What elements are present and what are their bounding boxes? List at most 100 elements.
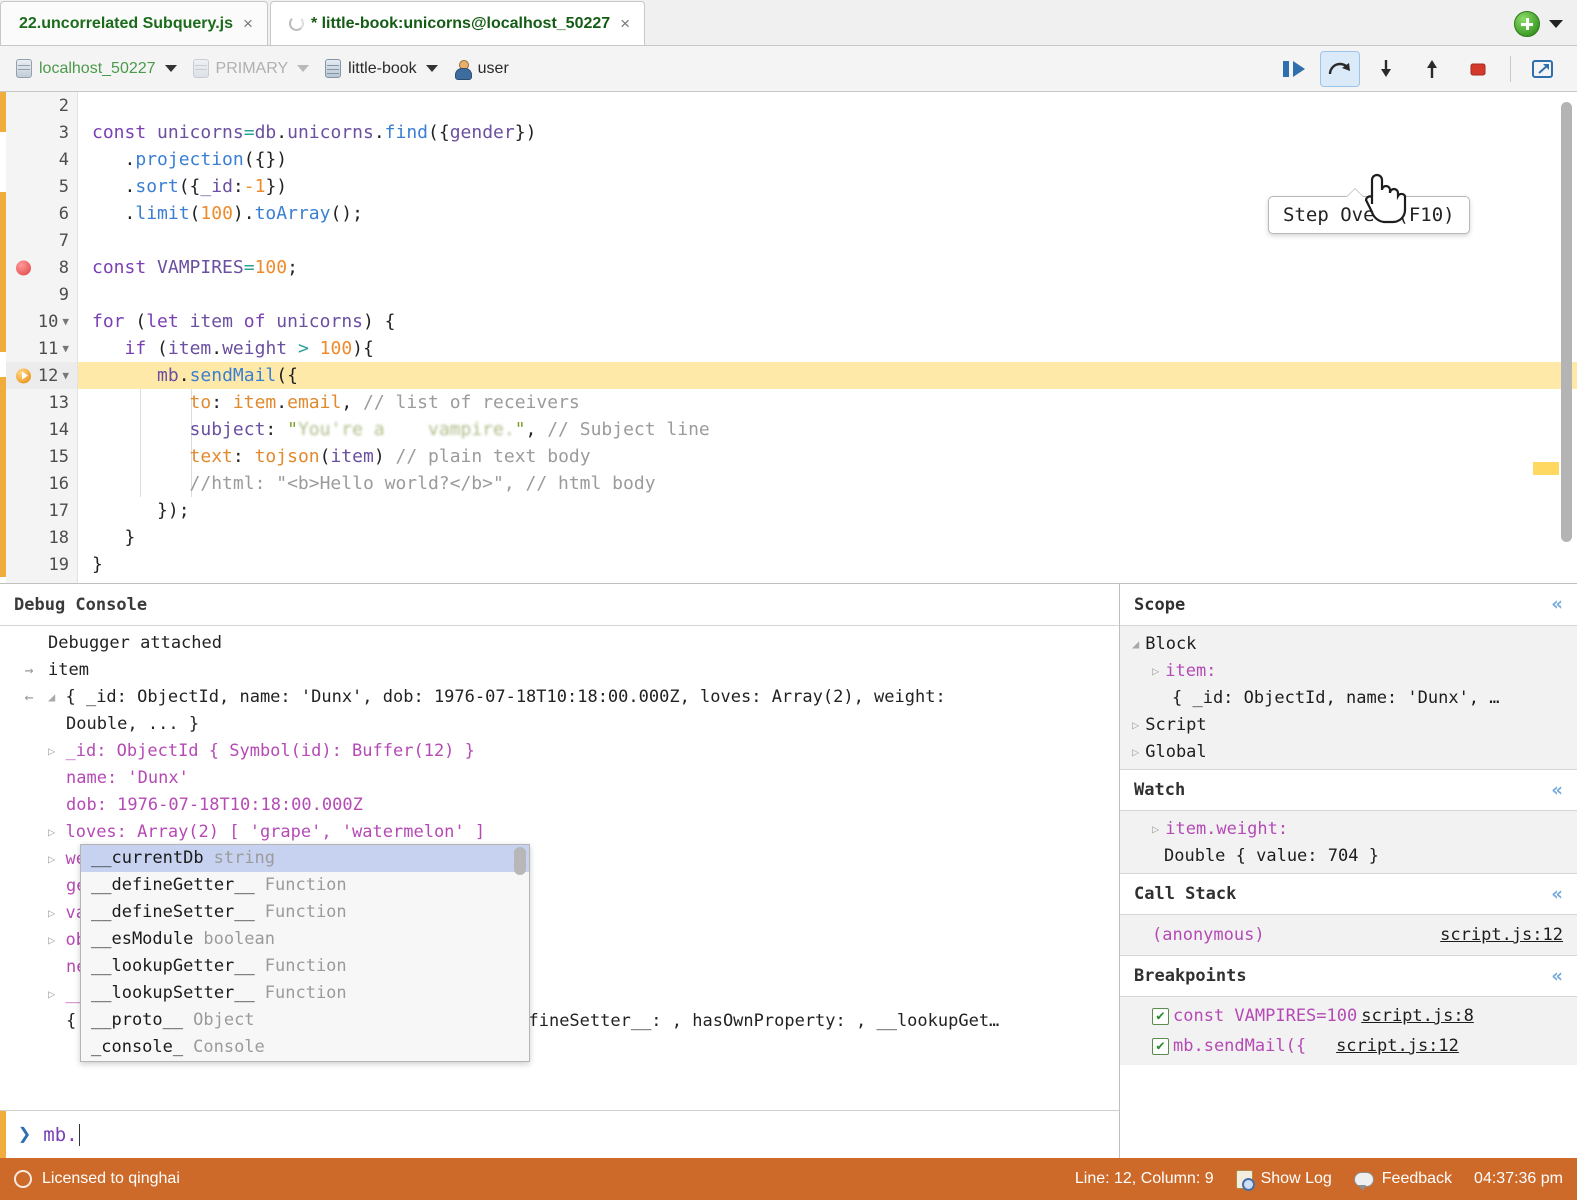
autocomplete-item[interactable]: _console_Console (81, 1034, 529, 1061)
gutter-row-breakpoint[interactable]: 8 (6, 254, 77, 281)
editor-vertical-scrollbar[interactable] (1559, 100, 1573, 575)
step-into-button[interactable] (1366, 51, 1406, 87)
autocomplete-scrollbar[interactable] (513, 847, 527, 1059)
license-label: Licensed to qinghai (42, 1170, 180, 1188)
breakpoint-icon[interactable] (16, 260, 31, 275)
collapse-chevron-icon[interactable]: « (1552, 967, 1563, 986)
step-into-icon (1373, 58, 1399, 80)
user-indicator[interactable]: user (448, 57, 515, 81)
watch-row[interactable]: ▷item.weight: (1120, 815, 1577, 842)
resume-button[interactable] (1274, 51, 1314, 87)
autocomplete-item[interactable]: __defineSetter__Function (81, 899, 529, 926)
expand-triangle-icon[interactable]: ▷ (1152, 664, 1159, 678)
fold-arrow-icon[interactable]: ▼ (62, 316, 69, 327)
expand-triangle-icon[interactable]: ▷ (1152, 822, 1159, 836)
close-icon[interactable]: × (620, 15, 630, 32)
code-text-area[interactable]: const unicorns=db.unicorns.find({gender}… (78, 92, 1577, 583)
scope-row-global[interactable]: ▷Global (1120, 738, 1577, 765)
expand-triangle-icon[interactable]: ▷ (48, 900, 55, 927)
scope-row-item[interactable]: ▷item: (1120, 657, 1577, 684)
tab-little-book-unicorns[interactable]: * little-book:unicorns@localhost_50227 × (270, 1, 645, 45)
expand-triangle-icon[interactable]: ▷ (48, 846, 55, 873)
autocomplete-item[interactable]: __defineGetter__Function (81, 872, 529, 899)
expand-triangle-icon[interactable]: ▷ (48, 738, 55, 765)
collapse-chevron-icon[interactable]: « (1552, 595, 1563, 614)
replica-set-selector[interactable]: PRIMARY (187, 56, 316, 81)
collapse-chevron-icon[interactable]: « (1552, 885, 1563, 904)
collapse-triangle-icon[interactable]: ◢ (1132, 637, 1139, 651)
user-label: user (478, 60, 509, 78)
autocomplete-item[interactable]: __lookupGetter__Function (81, 953, 529, 980)
call-stack-frame[interactable]: (anonymous) script.js:12 (1120, 919, 1577, 951)
console-line[interactable]: ▷ _id: ObjectId { Symbol(id): Buffer(12)… (0, 738, 1119, 765)
autocomplete-item[interactable]: __currentDbstring (81, 845, 529, 872)
step-out-button[interactable] (1412, 51, 1452, 87)
autocomplete-item[interactable]: __proto__Object (81, 1007, 529, 1034)
scope-section-header[interactable]: Scope « (1120, 584, 1577, 626)
breakpoint-label: const VAMPIRES=100 (1173, 1006, 1357, 1026)
console-line[interactable]: ←◢ { _id: ObjectId, name: 'Dunx', dob: 1… (0, 684, 1119, 711)
expand-triangle-icon[interactable]: ▷ (1132, 718, 1139, 732)
call-stack-section-header[interactable]: Call Stack « (1120, 873, 1577, 915)
database-selector[interactable]: little-book (319, 56, 443, 81)
gutter-row: 16 (6, 470, 77, 497)
expand-triangle-icon[interactable]: ▷ (48, 819, 55, 846)
detach-window-button[interactable] (1523, 51, 1563, 87)
console-input-field[interactable]: mb. (43, 1124, 77, 1146)
breakpoint-checkbox[interactable]: ✔ (1152, 1008, 1169, 1025)
feedback-icon (1354, 1172, 1374, 1187)
autocomplete-item-name: __esModule (91, 926, 193, 953)
connection-host-selector[interactable]: localhost_50227 (10, 56, 183, 81)
breakpoints-section-header[interactable]: Breakpoints « (1120, 955, 1577, 997)
breakpoint-location[interactable]: script.js:8 (1361, 1006, 1474, 1026)
gutter-row: 3 (6, 119, 77, 146)
code-editor[interactable]: 2 3 4 5 6 7 8 9 10▼ 11▼ 12▼ 13 14 15 16 … (0, 92, 1577, 584)
autocomplete-item-type: Object (193, 1007, 254, 1034)
breakpoint-location[interactable]: script.js:12 (1336, 1036, 1459, 1056)
current-execution-breakpoint-icon[interactable] (16, 368, 31, 383)
status-bar: Licensed to qinghai Line: 12, Column: 9 … (0, 1158, 1577, 1200)
line-number-gutter[interactable]: 2 3 4 5 6 7 8 9 10▼ 11▼ 12▼ 13 14 15 16 … (6, 92, 78, 583)
breakpoint-item[interactable]: ✔ const VAMPIRES=100 script.js:8 (1120, 1001, 1577, 1031)
stop-button[interactable] (1458, 51, 1498, 87)
frame-location[interactable]: script.js:12 (1440, 925, 1563, 945)
fold-arrow-icon[interactable]: ▼ (62, 370, 69, 381)
chevron-down-icon[interactable] (1549, 20, 1563, 28)
autocomplete-item[interactable]: __esModuleboolean (81, 926, 529, 953)
breakpoint-checkbox[interactable]: ✔ (1152, 1038, 1169, 1055)
scope-row-block[interactable]: ◢Block (1120, 630, 1577, 657)
show-log-button[interactable]: Show Log (1236, 1170, 1332, 1189)
fold-arrow-icon[interactable]: ▼ (62, 343, 69, 354)
info-icon (14, 1170, 32, 1188)
watch-section-header[interactable]: Watch « (1120, 769, 1577, 811)
expand-triangle-icon[interactable]: ▷ (48, 981, 55, 1008)
scope-row-script[interactable]: ▷Script (1120, 711, 1577, 738)
toolbar-divider (1510, 56, 1511, 82)
frame-name: (anonymous) (1152, 925, 1265, 945)
replica-set-label: PRIMARY (216, 60, 289, 78)
new-tab-button[interactable] (1514, 11, 1540, 37)
console-input-row[interactable]: ❯ mb. (0, 1110, 1119, 1158)
autocomplete-item[interactable]: __lookupSetter__Function (81, 980, 529, 1007)
feedback-button[interactable]: Feedback (1354, 1170, 1452, 1188)
watch-row-value: Double { value: 704 } (1120, 842, 1577, 869)
close-icon[interactable]: × (243, 15, 253, 32)
feedback-label: Feedback (1382, 1170, 1452, 1188)
gutter-row-current[interactable]: 12▼ (6, 362, 77, 389)
step-over-button[interactable] (1320, 51, 1360, 87)
expand-triangle-icon[interactable]: ▷ (48, 927, 55, 954)
log-icon (1236, 1170, 1253, 1189)
expand-triangle-icon[interactable]: ▷ (1132, 745, 1139, 759)
autocomplete-popup[interactable]: __currentDbstring __defineGetter__Functi… (80, 844, 530, 1062)
breakpoint-item[interactable]: ✔ mb.sendMail({ script.js:12 (1120, 1031, 1577, 1061)
expand-triangle-icon[interactable]: ◢ (48, 684, 55, 711)
scrollbar-thumb[interactable] (1561, 102, 1572, 542)
gutter-row: 4 (6, 146, 77, 173)
tab-uncorrelated-subquery[interactable]: 22.uncorrelated Subquery.js × (0, 1, 268, 45)
database-label: little-book (348, 60, 416, 78)
scrollbar-thumb[interactable] (514, 847, 526, 875)
collapse-chevron-icon[interactable]: « (1552, 781, 1563, 800)
debug-console-output[interactable]: Debugger attached →item ←◢ { _id: Object… (0, 626, 1119, 1110)
console-truncated-tail: efineSetter__: , hasOwnProperty: , __loo… (518, 1008, 999, 1035)
console-line[interactable]: ▷ loves: Array(2) [ 'grape', 'watermelon… (0, 819, 1119, 846)
